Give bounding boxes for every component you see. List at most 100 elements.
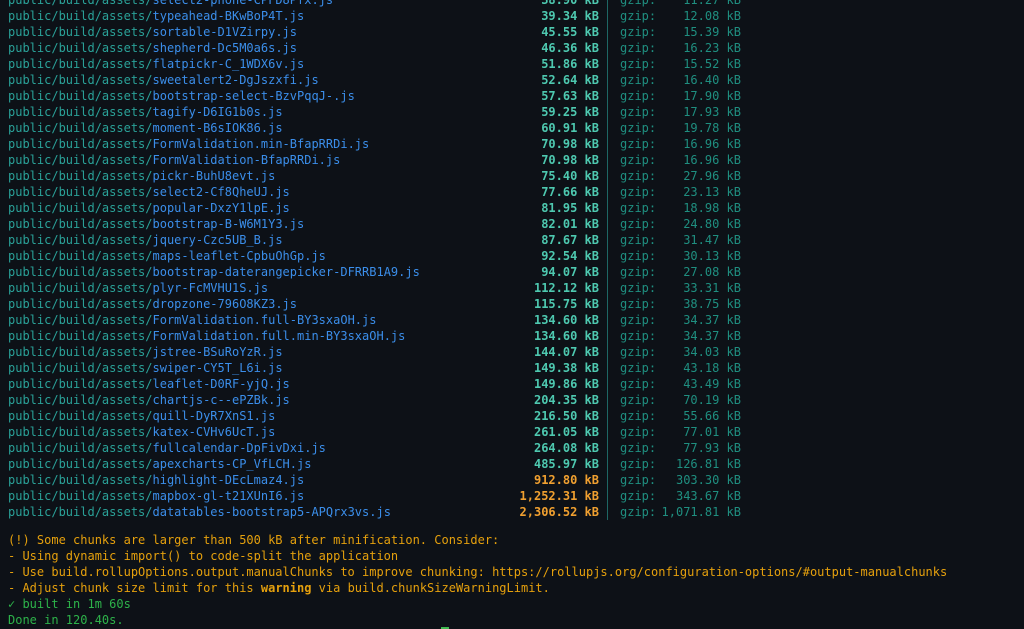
asset-filename: mapbox-gl-t21XUnI6.js: [152, 489, 305, 503]
gzip-size: 77.93 kB: [683, 441, 741, 455]
asset-size: 81.95 kB: [541, 201, 599, 215]
column-separator: [607, 72, 608, 88]
column-separator: [607, 120, 608, 136]
gzip-size: 19.78 kB: [683, 121, 741, 135]
build-output-list: public/build/assets/select2-phone-CPFD8P…: [0, 0, 1024, 520]
column-separator: [607, 440, 608, 456]
manual-chunks-text: - Use build.rollupOptions.output.manualC…: [8, 565, 493, 579]
asset-path: public/build/assets/: [8, 201, 153, 215]
gzip-label: gzip:: [620, 297, 657, 311]
asset-row: public/build/assets/select2-Cf8QheUJ.js 7…: [0, 184, 1024, 200]
warning-suggestion-dynamic-import: - Using dynamic import() to code-split t…: [8, 549, 399, 563]
asset-path: public/build/assets/: [8, 505, 153, 519]
gzip-label: gzip:: [620, 25, 657, 39]
asset-filename: chartjs-c--ePZBk.js: [152, 393, 290, 407]
asset-row: public/build/assets/fullcalendar-DpFivDx…: [0, 440, 1024, 456]
asset-path: public/build/assets/: [8, 425, 153, 439]
build-summary: (!) Some chunks are larger than 500 kB a…: [8, 532, 1018, 628]
asset-filename: popular-DxzY1lpE.js: [152, 201, 290, 215]
asset-filename: moment-B6sIOK86.js: [152, 121, 283, 135]
gzip-size: 43.49 kB: [683, 377, 741, 391]
column-separator: [607, 0, 608, 8]
asset-row: public/build/assets/shepherd-Dc5M0a6s.js…: [0, 40, 1024, 56]
asset-size: 261.05 kB: [533, 425, 599, 439]
asset-size: 51.86 kB: [541, 57, 599, 71]
gzip-size: 70.19 kB: [683, 393, 741, 407]
gzip-size: 31.47 kB: [683, 233, 741, 247]
asset-size: 149.86 kB: [533, 377, 599, 391]
gzip-label: gzip:: [620, 89, 657, 103]
gzip-size: 16.23 kB: [683, 41, 741, 55]
rollup-docs-link[interactable]: https://rollupjs.org/configuration-optio…: [492, 565, 947, 579]
asset-filename: leaflet-D0RF-yjQ.js: [152, 377, 290, 391]
warning-keyword: warning: [260, 581, 312, 595]
column-separator: [607, 376, 608, 392]
asset-size: 82.01 kB: [541, 217, 599, 231]
asset-filename: highlight-DEcLmaz4.js: [152, 473, 305, 487]
asset-path: public/build/assets/: [8, 185, 153, 199]
asset-row: public/build/assets/dropzone-796O8KZ3.js…: [0, 296, 1024, 312]
asset-size: 77.66 kB: [541, 185, 599, 199]
chunk-limit-text-start: - Adjust chunk size limit for this: [8, 581, 261, 595]
asset-row: public/build/assets/tagify-D6IG1b0s.js 59…: [0, 104, 1024, 120]
gzip-size: 303.30 kB: [675, 473, 741, 487]
column-separator: [607, 488, 608, 504]
gzip-label: gzip:: [620, 9, 657, 23]
column-separator: [607, 136, 608, 152]
gzip-size: 15.52 kB: [683, 57, 741, 71]
gzip-size: 38.75 kB: [683, 297, 741, 311]
terminal-window[interactable]: public/build/assets/select2-phone-CPFD8P…: [0, 0, 1024, 629]
asset-path: public/build/assets/: [8, 297, 153, 311]
asset-row: public/build/assets/flatpickr-C_1WDX6v.j…: [0, 56, 1024, 72]
asset-row: public/build/assets/bootstrap-daterangep…: [0, 264, 1024, 280]
gzip-size: 33.31 kB: [683, 281, 741, 295]
asset-filename: fullcalendar-DpFivDxi.js: [152, 441, 326, 455]
asset-filename: swiper-CY5T_L6i.js: [152, 361, 283, 375]
gzip-size: 126.81 kB: [675, 457, 741, 471]
gzip-size: 15.39 kB: [683, 25, 741, 39]
asset-path: public/build/assets/: [8, 393, 153, 407]
column-separator: [607, 264, 608, 280]
gzip-size: 55.66 kB: [683, 409, 741, 423]
asset-filename: FormValidation.min-BfapRRDi.js: [152, 137, 370, 151]
gzip-size: 16.40 kB: [683, 73, 741, 87]
asset-row: public/build/assets/moment-B6sIOK86.js 60…: [0, 120, 1024, 136]
gzip-label: gzip:: [620, 185, 657, 199]
asset-row: public/build/assets/select2-phone-CPFD8P…: [0, 0, 1024, 8]
gzip-label: gzip:: [620, 489, 657, 503]
gzip-label: gzip:: [620, 217, 657, 231]
asset-row: public/build/assets/datatables-bootstrap…: [0, 504, 1024, 520]
gzip-size: 30.13 kB: [683, 249, 741, 263]
asset-path: public/build/assets/: [8, 313, 153, 327]
asset-row: public/build/assets/sweetalert2-DgJszxfi…: [0, 72, 1024, 88]
asset-size: 112.12 kB: [533, 281, 599, 295]
asset-row: public/build/assets/bootstrap-select-Bzv…: [0, 88, 1024, 104]
gzip-label: gzip:: [620, 505, 657, 519]
asset-size: 134.60 kB: [533, 313, 599, 327]
asset-size: 264.08 kB: [533, 441, 599, 455]
asset-row: public/build/assets/quill-DyR7XnS1.js 216…: [0, 408, 1024, 424]
asset-path: public/build/assets/: [8, 41, 153, 55]
asset-path: public/build/assets/: [8, 217, 153, 231]
asset-size: 70.98 kB: [541, 153, 599, 167]
column-separator: [607, 360, 608, 376]
gzip-size: 27.96 kB: [683, 169, 741, 183]
asset-filename: jstree-BSuRoYzR.js: [152, 345, 283, 359]
asset-filename: pickr-BuhU8evt.js: [152, 169, 276, 183]
asset-path: public/build/assets/: [8, 121, 153, 135]
column-separator: [607, 296, 608, 312]
column-separator: [607, 56, 608, 72]
asset-size: 45.55 kB: [541, 25, 599, 39]
column-separator: [607, 40, 608, 56]
asset-path: public/build/assets/: [8, 233, 153, 247]
gzip-label: gzip:: [620, 121, 657, 135]
asset-row: public/build/assets/FormValidation.min-B…: [0, 136, 1024, 152]
asset-row: public/build/assets/apexcharts-CP_VfLCH.…: [0, 456, 1024, 472]
built-status: ✓ built in 1m 60s: [8, 597, 131, 611]
asset-row: public/build/assets/FormValidation.full.…: [0, 328, 1024, 344]
asset-filename: select2-Cf8QheUJ.js: [152, 185, 290, 199]
asset-path: public/build/assets/: [8, 25, 153, 39]
column-separator: [607, 200, 608, 216]
gzip-label: gzip:: [620, 329, 657, 343]
asset-row: public/build/assets/mapbox-gl-t21XUnI6.j…: [0, 488, 1024, 504]
